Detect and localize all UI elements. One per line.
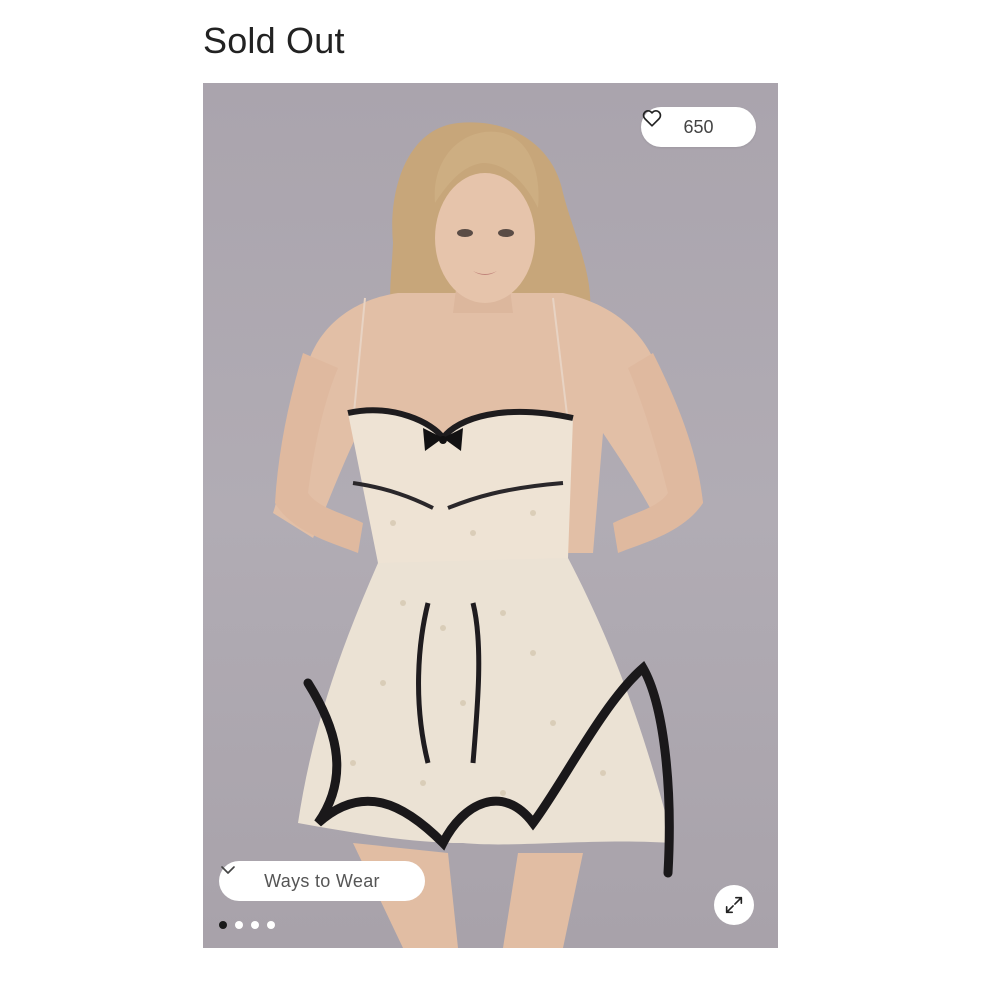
ways-to-wear-button[interactable]: Ways to Wear bbox=[219, 861, 425, 901]
like-button[interactable]: 650 bbox=[641, 107, 756, 147]
like-count: 650 bbox=[683, 116, 714, 137]
ways-to-wear-label: Ways to Wear bbox=[264, 870, 380, 891]
carousel-dot-2[interactable] bbox=[235, 921, 243, 929]
expand-arrows-icon bbox=[725, 896, 743, 914]
heart-outline-icon bbox=[642, 110, 662, 127]
carousel-pagination bbox=[219, 921, 275, 929]
chevron-down-icon bbox=[221, 866, 235, 874]
product-photo[interactable] bbox=[203, 83, 778, 948]
product-image-gallery[interactable]: 650 Ways to Wear bbox=[203, 83, 778, 948]
expand-image-button[interactable] bbox=[714, 885, 754, 925]
carousel-dot-1[interactable] bbox=[219, 921, 227, 929]
carousel-dot-4[interactable] bbox=[267, 921, 275, 929]
page-title: Sold Out bbox=[203, 20, 345, 61]
carousel-dot-3[interactable] bbox=[251, 921, 259, 929]
